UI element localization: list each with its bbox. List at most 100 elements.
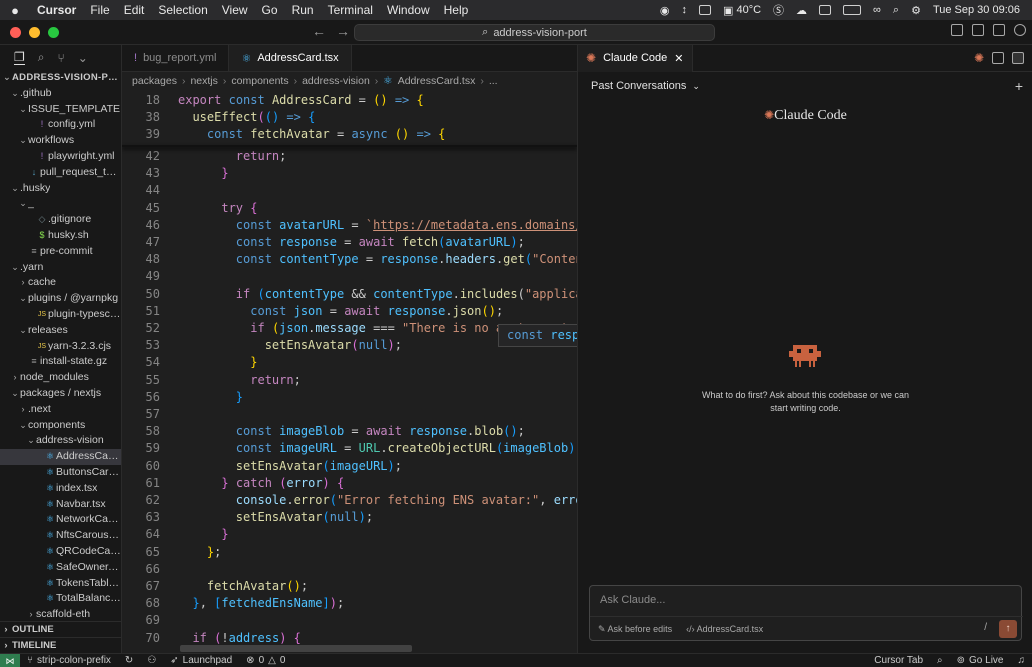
slash-commands-button[interactable]: / (984, 622, 987, 633)
shield-icon[interactable]: ◉ (654, 4, 676, 17)
breadcrumb-address-vision[interactable]: address-vision (302, 75, 370, 87)
edit-mode-toggle[interactable]: ✎ Ask before edits (598, 624, 672, 635)
close-window-button[interactable] (10, 26, 21, 38)
breadcrumb-nextjs[interactable]: nextjs (190, 75, 217, 87)
bolt-icon[interactable]: ↕ (676, 4, 694, 16)
source-control-icon[interactable]: ⑂ (58, 51, 65, 65)
file-tree-item[interactable]: ⌄ components (0, 418, 121, 434)
menu-file[interactable]: File (83, 3, 116, 17)
outline-section[interactable]: › OUTLINE (0, 621, 121, 637)
toggle-panel-icon[interactable] (972, 24, 984, 36)
code-line[interactable]: } catch (error) { (178, 476, 344, 490)
file-tree-item[interactable]: ! playwright.yml (0, 149, 121, 165)
git-branch[interactable]: ⑂ strip-colon-prefix (20, 655, 118, 666)
file-tree-item[interactable]: › .next (0, 402, 121, 418)
clock[interactable]: Tue Sep 30 09:06 (927, 4, 1026, 16)
code-line[interactable]: export const AddressCard = () => { (178, 93, 424, 107)
file-tree-item[interactable]: ⚛ SafeOwner.tsx (0, 560, 121, 576)
code-line[interactable]: } (178, 166, 228, 180)
code-line[interactable]: } (178, 527, 228, 541)
launchpad-button[interactable]: ➶ Launchpad (163, 655, 239, 666)
tab-claude-code[interactable]: ✺ Claude Code ✕ (578, 44, 693, 72)
file-tree-item[interactable]: ⚛QRCodeCard.tsx (0, 544, 121, 560)
file-tree-item[interactable]: ⚛AddressCard.tsx (0, 449, 121, 465)
code-line[interactable]: if (contentType && contentType.includes(… (178, 287, 577, 301)
menu-edit[interactable]: Edit (117, 3, 152, 17)
remote-indicator-icon[interactable]: ⋈ (0, 653, 20, 667)
files-icon[interactable]: ❐ (14, 50, 25, 65)
menu-app[interactable]: Cursor (30, 3, 83, 17)
lock-icon[interactable] (1012, 52, 1024, 64)
file-tree-item[interactable]: ⚛TotalBalanceCard.tsx (0, 591, 121, 607)
file-tree-item[interactable]: $ husky.sh (0, 228, 121, 244)
close-icon[interactable]: ✕ (674, 52, 683, 65)
code-line[interactable]: } (178, 355, 257, 369)
file-tree-item[interactable]: ⌄ .husky (0, 181, 121, 197)
new-conversation-plus-icon[interactable]: + (1015, 78, 1023, 94)
file-tree-item[interactable]: › node_modules (0, 370, 121, 386)
file-context-chip[interactable]: ‹/› AddressCard.tsx (686, 624, 763, 634)
breadcrumb-symbol[interactable]: ... (489, 75, 498, 87)
file-tree-item[interactable]: JSplugin-typescript.cjs (0, 307, 121, 323)
code-line[interactable]: } (178, 390, 243, 404)
file-tree-item[interactable]: ⌄ ISSUE_TEMPLATE (0, 102, 121, 118)
file-tree-item[interactable]: ⚛TokensTable.tsx (0, 576, 121, 592)
code-line[interactable]: }, [fetchedEnsName]); (178, 596, 344, 610)
apple-icon[interactable]: ● (0, 3, 30, 18)
zoom-window-button[interactable] (48, 26, 59, 38)
past-conversations-dropdown[interactable]: Past Conversations ⌄ (578, 72, 1032, 100)
code-line[interactable]: setEnsAvatar(null); (178, 338, 402, 352)
file-tree-item[interactable]: ! config.yml (0, 117, 121, 133)
file-tree-item[interactable]: ◇ .gitignore (0, 212, 121, 228)
menu-window[interactable]: Window (380, 3, 437, 17)
menu-terminal[interactable]: Terminal (321, 3, 380, 17)
command-center-search[interactable]: ⌕ address-vision-port (354, 24, 715, 41)
code-line[interactable]: const contentType = response.headers.get… (178, 252, 577, 266)
horizontal-scrollbar[interactable] (180, 645, 412, 652)
breadcrumb-components[interactable]: components (231, 75, 288, 87)
tab-bug-report[interactable]: ! bug_report.yml (122, 45, 230, 71)
battery-icon[interactable] (837, 5, 867, 15)
file-tree-item[interactable]: ⌄ address-vision (0, 433, 121, 449)
code-line[interactable]: setEnsAvatar(null); (178, 510, 373, 524)
file-tree-item[interactable]: ⌄ .yarn (0, 260, 121, 276)
file-tree-item[interactable]: JS yarn-3.2.3.cjs (0, 339, 121, 355)
code-line[interactable]: return; (178, 373, 301, 387)
breadcrumb-file[interactable]: AddressCard.tsx (398, 75, 476, 87)
timeline-section[interactable]: › TIMELINE (0, 637, 121, 653)
code-line[interactable]: const response = await fetch(avatarURL); (178, 235, 525, 249)
control-center-icon[interactable]: ⚙ (905, 4, 927, 17)
code-line[interactable]: useEffect(() => { (178, 110, 315, 124)
code-line[interactable]: const imageURL = URL.createObjectURL(ima… (178, 441, 577, 455)
settings-gear-icon[interactable] (1014, 24, 1026, 36)
ask-claude-input[interactable] (600, 594, 980, 606)
file-tree-item[interactable]: ⚛ Navbar.tsx (0, 497, 121, 513)
code-line[interactable]: console.error("Error fetching ENS avatar… (178, 493, 577, 507)
file-tree-item[interactable]: ⌄ releases (0, 323, 121, 339)
menu-run[interactable]: Run (285, 3, 321, 17)
code-line[interactable]: fetchAvatar(); (178, 579, 308, 593)
file-tree-item[interactable]: ⌄ _ (0, 196, 121, 212)
weather-readout[interactable]: ▣ 40°C (717, 4, 767, 17)
s-app-icon[interactable]: Ⓢ (767, 2, 790, 18)
cloud-icon[interactable]: ☁ (790, 4, 813, 17)
toggle-secondary-sidebar-icon[interactable] (993, 24, 1005, 36)
file-tree-item[interactable]: ↓pull_request_template.md (0, 165, 121, 181)
file-tree-item[interactable]: ⌄ packages / nextjs (0, 386, 121, 402)
sync-icon[interactable]: ↻ (118, 655, 140, 666)
menu-go[interactable]: Go (255, 3, 285, 17)
explorer-root-folder[interactable]: ⌄ ADDRESS-VISION-PORT (0, 70, 121, 86)
chevron-down-icon[interactable]: ⌄ (78, 51, 88, 65)
code-line[interactable]: if (!address) { (178, 631, 300, 645)
code-line[interactable]: try { (178, 201, 257, 215)
robot-icon[interactable]: ⚇ (140, 655, 163, 666)
file-tree-item[interactable]: ≡ pre-commit (0, 244, 121, 260)
code-line[interactable]: const imageBlob = await response.blob(); (178, 424, 525, 438)
file-tree-item[interactable]: ≡ install-state.gz (0, 354, 121, 370)
link-icon[interactable]: ∞ (867, 4, 887, 16)
file-tree-item[interactable]: ⚛ index.tsx (0, 481, 121, 497)
code-line[interactable]: setEnsAvatar(imageURL); (178, 459, 402, 473)
cursor-tab-button[interactable]: Cursor Tab (867, 655, 930, 666)
menu-view[interactable]: View (215, 3, 255, 17)
search-icon[interactable]: ⌕ (38, 50, 45, 65)
